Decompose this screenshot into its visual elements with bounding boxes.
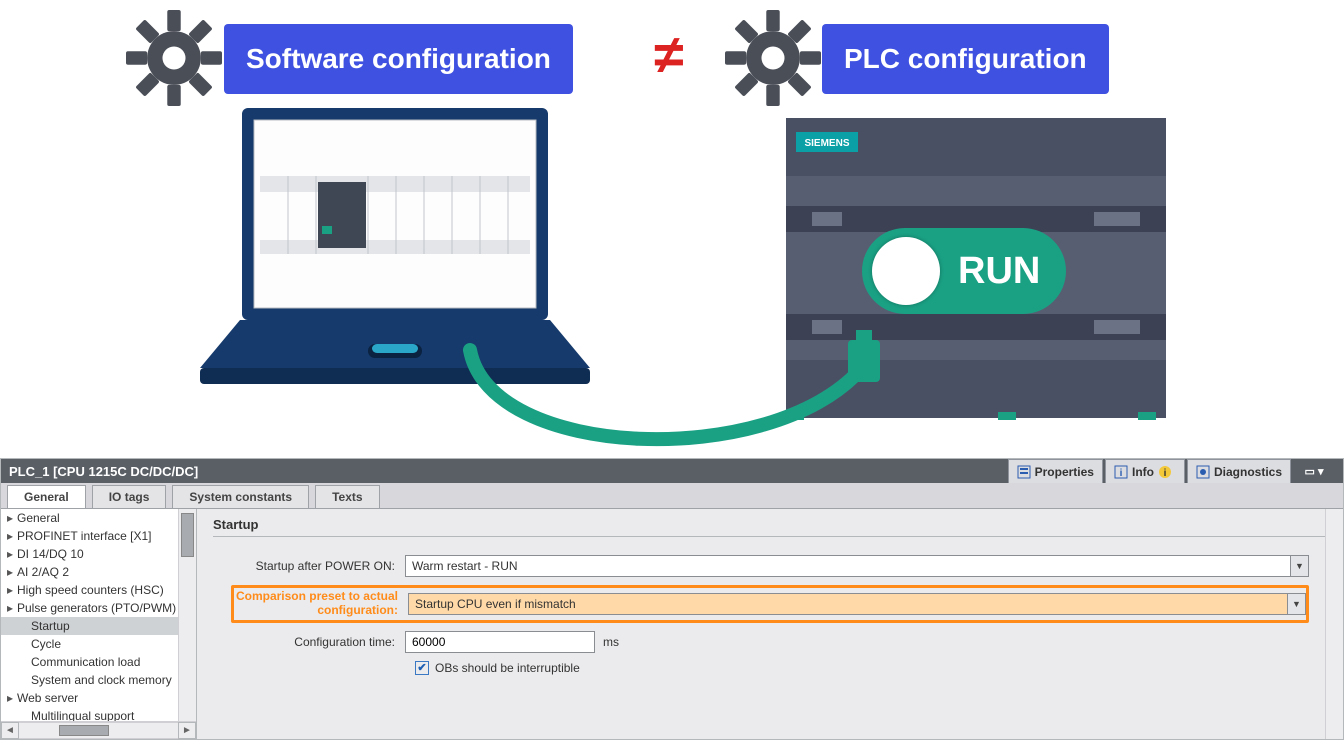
gear-icon	[126, 10, 222, 106]
obs-label: OBs should be interruptible	[435, 661, 580, 675]
tree-item[interactable]: Cycle	[1, 635, 178, 653]
startup-form: Startup after POWER ON: Warm restart - R…	[213, 547, 1327, 693]
comparison-select[interactable]: Startup CPU even if mismatch ▼	[408, 593, 1306, 615]
warning-icon: i	[1158, 465, 1172, 479]
content-area: Startup Startup after POWER ON: Warm res…	[197, 509, 1343, 739]
tab-io-tags[interactable]: IO tags	[92, 485, 167, 508]
run-label: RUN	[958, 250, 1040, 293]
chevron-down-icon[interactable]: ▼	[1287, 594, 1305, 614]
tree-item-label: PROFINET interface [X1]	[17, 529, 152, 543]
tree-item-label: High speed counters (HSC)	[17, 583, 164, 597]
config-time-unit: ms	[603, 635, 619, 649]
config-time-label: Configuration time:	[231, 635, 405, 649]
tab-system-constants[interactable]: System constants	[172, 485, 309, 508]
header-tab-info[interactable]: i Info i	[1105, 459, 1185, 483]
panel-title-bar: PLC_1 [CPU 1215C DC/DC/DC] Properties i …	[1, 459, 1343, 483]
tree-item-label: Cycle	[31, 637, 61, 651]
row-obs-interruptible: ✔ OBs should be interruptible	[415, 661, 1309, 675]
comparison-value: Startup CPU even if mismatch	[415, 597, 576, 611]
tab-label: Info	[1132, 465, 1154, 479]
obs-checkbox[interactable]: ✔	[415, 661, 429, 675]
power-on-select[interactable]: Warm restart - RUN ▼	[405, 555, 1309, 577]
tree-item[interactable]: ▸DI 14/DQ 10	[1, 545, 178, 563]
diagram-area: Software configuration PLC configuration…	[0, 0, 1344, 458]
tree-item-label: DI 14/DQ 10	[17, 547, 84, 561]
properties-icon	[1017, 465, 1031, 479]
header-tab-diagnostics[interactable]: Diagnostics	[1187, 459, 1291, 483]
run-toggle: RUN	[862, 228, 1066, 314]
nav-tree[interactable]: ▸General▸PROFINET interface [X1]▸DI 14/D…	[1, 509, 178, 721]
svg-text:i: i	[1164, 468, 1167, 479]
comparison-label: Comparison preset to actual configuratio…	[234, 590, 408, 618]
power-on-label: Startup after POWER ON:	[231, 559, 405, 573]
header-tab-properties[interactable]: Properties	[1008, 459, 1103, 483]
tree-item[interactable]: ▸AI 2/AQ 2	[1, 563, 178, 581]
panel-tabs: General IO tags System constants Texts	[1, 483, 1343, 509]
diagnostics-icon	[1196, 465, 1210, 479]
tree-item-label: Startup	[31, 619, 70, 633]
tree-item[interactable]: System and clock memory	[1, 671, 178, 689]
tree-item[interactable]: ▸PROFINET interface [X1]	[1, 527, 178, 545]
tree-item[interactable]: Startup	[1, 617, 178, 635]
row-config-time: Configuration time: ms	[231, 631, 1309, 653]
row-comparison: Comparison preset to actual configuratio…	[231, 585, 1309, 623]
tree-scrollbar-vertical[interactable]	[178, 509, 196, 721]
tree-item-label: Communication load	[31, 655, 140, 669]
config-time-input[interactable]	[405, 631, 595, 653]
properties-panel: PLC_1 [CPU 1215C DC/DC/DC] Properties i …	[0, 458, 1344, 740]
chevron-down-icon[interactable]: ▼	[1290, 556, 1308, 576]
tree-item[interactable]: ▸Pulse generators (PTO/PWM)	[1, 599, 178, 617]
tree-item[interactable]: ▸General	[1, 509, 178, 527]
tree-scrollbar-horizontal[interactable]: ◄ ►	[1, 721, 196, 739]
tree-item-label: General	[17, 511, 60, 525]
gear-icon	[725, 10, 821, 106]
software-config-label: Software configuration	[246, 43, 551, 75]
tree-item[interactable]: ▸Web server	[1, 689, 178, 707]
software-config-badge: Software configuration	[224, 24, 573, 94]
tree-item-label: Multilingual support	[31, 709, 134, 721]
scroll-left-button[interactable]: ◄	[1, 722, 19, 739]
expand-arrow-icon: ▸	[7, 565, 17, 579]
expand-arrow-icon: ▸	[7, 583, 17, 597]
scrollbar-track[interactable]	[19, 722, 178, 739]
tree-item[interactable]: Multilingual support	[1, 707, 178, 721]
expand-arrow-icon: ▸	[7, 511, 17, 525]
tree-item[interactable]: ▸High speed counters (HSC)	[1, 581, 178, 599]
not-equal-icon: ≠	[654, 24, 684, 86]
plc-config-badge: PLC configuration	[822, 24, 1109, 94]
tree-item-label: Pulse generators (PTO/PWM)	[17, 601, 176, 615]
expand-arrow-icon: ▸	[7, 547, 17, 561]
tree-item-label: AI 2/AQ 2	[17, 565, 69, 579]
window-controls[interactable]: ▭ ▾	[1291, 459, 1337, 483]
tab-general[interactable]: General	[7, 485, 86, 508]
content-scrollbar-vertical[interactable]	[1325, 509, 1343, 739]
toggle-knob	[872, 237, 940, 305]
section-heading: Startup	[213, 517, 1327, 537]
row-power-on: Startup after POWER ON: Warm restart - R…	[231, 555, 1309, 577]
scrollbar-thumb[interactable]	[59, 725, 109, 736]
panel-body: ▸General▸PROFINET interface [X1]▸DI 14/D…	[1, 509, 1343, 739]
tree-item-label: Web server	[17, 691, 78, 705]
tab-label: Properties	[1035, 465, 1094, 479]
tree-item[interactable]: Communication load	[1, 653, 178, 671]
svg-text:i: i	[1120, 468, 1123, 479]
svg-text:SIEMENS: SIEMENS	[804, 138, 849, 149]
info-icon: i	[1114, 465, 1128, 479]
nav-tree-wrap: ▸General▸PROFINET interface [X1]▸DI 14/D…	[1, 509, 197, 739]
power-on-value: Warm restart - RUN	[412, 559, 518, 573]
scrollbar-thumb[interactable]	[181, 513, 194, 557]
expand-arrow-icon: ▸	[7, 529, 17, 543]
scroll-right-button[interactable]: ►	[178, 722, 196, 739]
tree-item-label: System and clock memory	[31, 673, 172, 687]
tab-label: Diagnostics	[1214, 465, 1282, 479]
plc-config-label: PLC configuration	[844, 43, 1087, 75]
expand-arrow-icon: ▸	[7, 691, 17, 705]
tab-texts[interactable]: Texts	[315, 485, 379, 508]
panel-title-text: PLC_1 [CPU 1215C DC/DC/DC]	[9, 464, 198, 479]
expand-arrow-icon: ▸	[7, 601, 17, 615]
